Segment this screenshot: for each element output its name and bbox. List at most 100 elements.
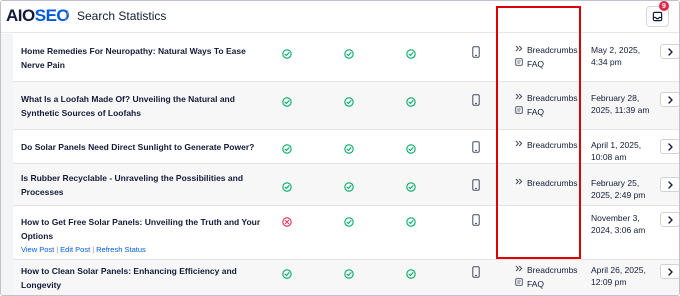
status-ok-indicator (344, 214, 354, 227)
check-circle-icon (406, 269, 416, 279)
post-title-line: Longevity (21, 280, 62, 290)
row-expand-button[interactable] (660, 177, 679, 192)
row-action-link[interactable]: Edit Post (60, 245, 90, 254)
post-title-link[interactable]: Is Rubber Recyclable - Unraveling the Po… (21, 171, 261, 199)
check-circle-icon (282, 182, 292, 192)
app-frame: AIO SEO / Search Statistics 9 Home Remedi… (0, 0, 680, 296)
row-action-link[interactable]: Refresh Status (96, 245, 146, 254)
row-action-link[interactable]: View Post (21, 245, 54, 254)
rich-result-label: FAQ (527, 279, 545, 289)
date-line: November 3, (591, 213, 640, 223)
device-indicator (472, 265, 480, 278)
status-ok-indicator (344, 266, 354, 279)
post-title-line: What Is a Loofah Made Of? Unveiling the … (21, 94, 235, 104)
double-chevron-icon (515, 265, 523, 272)
check-circle-icon (282, 269, 292, 279)
date-line: 12:09 pm (591, 277, 627, 287)
status-ok-indicator (344, 141, 354, 154)
status-ok-indicator (406, 179, 416, 192)
status-ok-indicator (344, 179, 354, 192)
mobile-phone-icon (472, 179, 480, 191)
status-ok-indicator (344, 94, 354, 107)
check-circle-icon (406, 97, 416, 107)
post-title-link[interactable]: What Is a Loofah Made Of? Unveiling the … (21, 92, 261, 120)
post-title-line: Do Solar Panels Need Direct Sunlight to … (21, 142, 255, 152)
mobile-phone-icon (472, 141, 480, 153)
check-circle-icon (344, 217, 354, 227)
check-circle-icon (344, 144, 354, 154)
date-line: February 28, (591, 93, 640, 103)
date-line: 2025, 11:39 am (591, 105, 650, 115)
date-line: 10:08 am (591, 152, 627, 162)
rich-results-highlight-box (496, 6, 581, 259)
check-circle-icon (406, 217, 416, 227)
row-expand-button[interactable] (660, 44, 679, 59)
check-circle-icon (344, 269, 354, 279)
status-ok-indicator (282, 46, 292, 59)
date-line: February 25, (591, 178, 640, 188)
status-ok-indicator (282, 94, 292, 107)
date-line: May 2, 2025, (591, 45, 641, 55)
breadcrumb-separator: / (65, 8, 69, 23)
check-circle-icon (282, 49, 292, 59)
row-actions: View Post | Edit Post | Refresh Status (21, 245, 146, 254)
post-title-link[interactable]: Do Solar Panels Need Direct Sunlight to … (21, 140, 261, 154)
post-title-link[interactable]: How to Get Free Solar Panels: Unveiling … (21, 215, 261, 243)
check-circle-icon (406, 182, 416, 192)
last-updated-date: April 1, 2025, 10:08 am (591, 139, 661, 163)
faq-doc-icon (515, 278, 523, 286)
post-title-link[interactable]: How to Clean Solar Panels: Enhancing Eff… (21, 264, 261, 292)
last-updated-date: February 25, 2025, 2:49 pm (591, 177, 661, 201)
date-line: 2024, 3:06 am (591, 225, 646, 235)
post-title-line: How to Clean Solar Panels: Enhancing Eff… (21, 266, 237, 276)
chevron-right-icon (667, 95, 673, 104)
last-updated-date: November 3, 2024, 3:06 am (591, 212, 661, 236)
date-line: April 1, 2025, (591, 140, 642, 150)
post-title-line: Nerve Pain (21, 60, 65, 70)
page-title: Search Statistics (77, 9, 167, 23)
status-ok-indicator (406, 94, 416, 107)
breadcrumbs-icon-wrap (515, 263, 524, 277)
status-ok-indicator (406, 214, 416, 227)
device-indicator (472, 178, 480, 191)
logo-text-aio: AIO (6, 6, 35, 25)
chevron-right-icon (667, 47, 673, 56)
row-expand-button[interactable] (660, 92, 679, 107)
chevron-right-icon (667, 267, 673, 276)
chevron-right-icon (667, 215, 673, 224)
x-circle-icon (282, 217, 292, 227)
status-ok-indicator (282, 141, 292, 154)
status-error-indicator (282, 214, 292, 227)
check-circle-icon (282, 97, 292, 107)
status-ok-indicator (344, 46, 354, 59)
inbox-icon (652, 11, 663, 22)
post-title-line: Synthetic Sources of Loofahs (21, 108, 141, 118)
rich-results-list: Breadcrumbs FAQ (515, 263, 578, 291)
aioseo-logo[interactable]: AIO SEO (6, 6, 70, 26)
chevron-right-icon (667, 180, 673, 189)
faq-icon-wrap (515, 277, 524, 291)
status-ok-indicator (282, 179, 292, 192)
date-line: 2025, 2:49 pm (591, 190, 646, 200)
post-title-line: Options (21, 231, 54, 241)
row-expand-button[interactable] (660, 212, 679, 227)
check-circle-icon (406, 144, 416, 154)
last-updated-date: May 2, 2025, 4:34 pm (591, 44, 661, 68)
row-expand-button[interactable] (660, 139, 679, 154)
mobile-phone-icon (472, 46, 480, 58)
rich-result-breadcrumbs: Breadcrumbs (515, 263, 578, 277)
check-circle-icon (344, 182, 354, 192)
post-title-line: How to Get Free Solar Panels: Unveiling … (21, 217, 261, 227)
date-line: 4:34 pm (591, 57, 622, 67)
status-ok-indicator (406, 141, 416, 154)
logo-text-seo: SEO (34, 6, 70, 25)
post-title-link[interactable]: Home Remedies For Neuropathy: Natural Wa… (21, 44, 261, 72)
row-expand-button[interactable] (660, 264, 679, 279)
device-indicator (472, 93, 480, 106)
status-ok-indicator (406, 266, 416, 279)
status-ok-indicator (282, 266, 292, 279)
check-circle-icon (344, 97, 354, 107)
date-line: April 26, 2025, (591, 265, 646, 275)
check-circle-icon (282, 144, 292, 154)
device-indicator (472, 213, 480, 226)
